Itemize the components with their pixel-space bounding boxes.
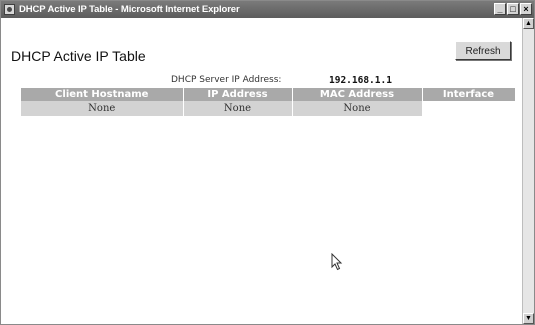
table-row: None None None bbox=[21, 101, 516, 116]
column-header-client-hostname: Client Hostname bbox=[21, 88, 184, 101]
cell-client-hostname: None bbox=[21, 101, 184, 116]
column-header-mac-address: MAC Address bbox=[292, 88, 423, 101]
column-header-ip-address: IP Address bbox=[183, 88, 293, 101]
column-header-interface: Interface bbox=[422, 88, 516, 101]
cell-mac-address: None bbox=[292, 101, 423, 116]
window-controls: _ □ × bbox=[494, 3, 532, 15]
close-icon[interactable]: × bbox=[520, 3, 532, 15]
app-icon bbox=[4, 4, 15, 15]
dhcp-server-ip: 192.168.1.1 bbox=[329, 75, 392, 86]
page-content: DHCP Active IP Table Refresh DHCP Server… bbox=[1, 18, 522, 324]
table-header-row: Client Hostname IP Address MAC Address I… bbox=[21, 88, 516, 101]
page-title: DHCP Active IP Table bbox=[11, 48, 146, 64]
title-bar[interactable]: DHCP Active IP Table - Microsoft Interne… bbox=[1, 1, 534, 18]
maximize-icon[interactable]: □ bbox=[507, 3, 519, 15]
vertical-scrollbar[interactable]: ▲ ▼ bbox=[522, 18, 534, 324]
browser-window: DHCP Active IP Table - Microsoft Interne… bbox=[0, 0, 535, 325]
dhcp-server-label: DHCP Server IP Address: bbox=[171, 75, 282, 85]
minimize-icon[interactable]: _ bbox=[494, 3, 506, 15]
scroll-up-icon[interactable]: ▲ bbox=[523, 18, 534, 29]
cell-ip-address: None bbox=[183, 101, 293, 116]
dhcp-active-ip-table: Client Hostname IP Address MAC Address I… bbox=[21, 88, 516, 116]
mouse-cursor-icon bbox=[331, 253, 343, 271]
cell-interface bbox=[422, 101, 516, 116]
refresh-button[interactable]: Refresh bbox=[455, 41, 511, 60]
scroll-down-icon[interactable]: ▼ bbox=[523, 313, 534, 324]
window-title: DHCP Active IP Table - Microsoft Interne… bbox=[19, 4, 240, 15]
